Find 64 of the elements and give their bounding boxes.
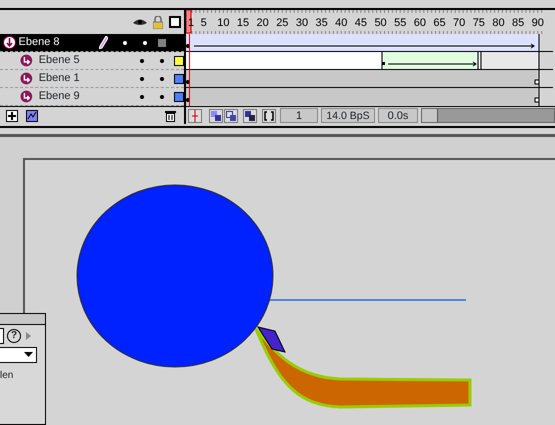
caret-icon: [24, 352, 33, 357]
layer-name: Ebene 9: [38, 89, 81, 104]
layer-row[interactable]: Ebene 8: [0, 34, 184, 52]
frame-number: 40: [335, 17, 348, 29]
frame-number: 65: [433, 17, 446, 29]
frame-number: 75: [472, 17, 485, 29]
frame-number: 50: [374, 17, 387, 29]
layer-color-square[interactable]: [174, 74, 184, 84]
panel-title-bar[interactable]: [0, 314, 45, 325]
layer-name: Ebene 8: [18, 35, 60, 50]
lock-dot[interactable]: [160, 76, 164, 80]
onion-skin-button[interactable]: [209, 108, 223, 122]
small-shape: [256, 326, 286, 353]
onion-outline-button[interactable]: [224, 108, 238, 122]
frame-number: 70: [453, 17, 466, 29]
frame-number: 60: [414, 17, 426, 29]
guide-layer-icon[interactable]: [2, 36, 16, 49]
panel-label: len: [0, 369, 14, 383]
scroll-thumb[interactable]: [422, 109, 438, 122]
visible-dot[interactable]: [140, 76, 144, 80]
visible-dot[interactable]: [140, 94, 144, 98]
layer-row[interactable]: Ebene 5: [0, 52, 184, 70]
layer-color-square[interactable]: [174, 56, 184, 66]
frame-number: 90: [532, 17, 544, 29]
layer-color-square[interactable]: [157, 38, 168, 48]
add-layer-icon[interactable]: [6, 110, 18, 122]
frame-number: 5: [200, 17, 207, 29]
dropdown[interactable]: [0, 346, 37, 362]
guided-layer-icon[interactable]: [20, 90, 33, 103]
guided-layer-icon[interactable]: [20, 54, 33, 67]
lock-icon[interactable]: [153, 16, 164, 28]
frame-number: 35: [316, 17, 328, 29]
visible-dot[interactable]: [122, 40, 126, 44]
trash-icon[interactable]: [165, 110, 176, 122]
frame-number: 85: [512, 17, 524, 29]
outline-icon[interactable]: [169, 16, 182, 28]
frame-number: 15: [236, 17, 250, 29]
elapsed-time-field: 0.0s: [378, 108, 418, 123]
lock-dot[interactable]: [160, 58, 164, 62]
frame-number: 10: [217, 17, 230, 29]
edit-frames-button[interactable]: [243, 108, 257, 122]
lock-dot[interactable]: [160, 94, 164, 98]
frame-number: 45: [354, 17, 368, 29]
onion-markers-button[interactable]: [262, 108, 276, 122]
layer-name: Ebene 1: [38, 71, 81, 86]
eye-icon[interactable]: [133, 18, 148, 26]
frame-number: 25: [276, 17, 288, 29]
guided-layer-icon[interactable]: [20, 72, 33, 85]
help-button[interactable]: ?: [7, 328, 21, 343]
layer-color-square[interactable]: [174, 92, 184, 102]
frame-number: 30: [296, 17, 308, 29]
center-frame-button[interactable]: [188, 108, 202, 122]
layer-row[interactable]: Ebene 9: [0, 88, 184, 106]
layer-row[interactable]: Ebene 1: [0, 70, 184, 88]
lock-dot[interactable]: [142, 40, 146, 44]
frame-number: 80: [492, 17, 505, 29]
frame-rate-field[interactable]: 14.0 BpS: [321, 108, 375, 123]
layer-name: Ebene 5: [38, 53, 81, 68]
current-frame-field: 1: [280, 108, 318, 123]
frame-number: 20: [256, 17, 269, 29]
visible-dot[interactable]: [140, 58, 144, 62]
horizontal-scrollbar[interactable]: [420, 108, 555, 123]
add-guide-layer-icon[interactable]: [26, 110, 38, 122]
frame-number: 55: [394, 17, 406, 29]
